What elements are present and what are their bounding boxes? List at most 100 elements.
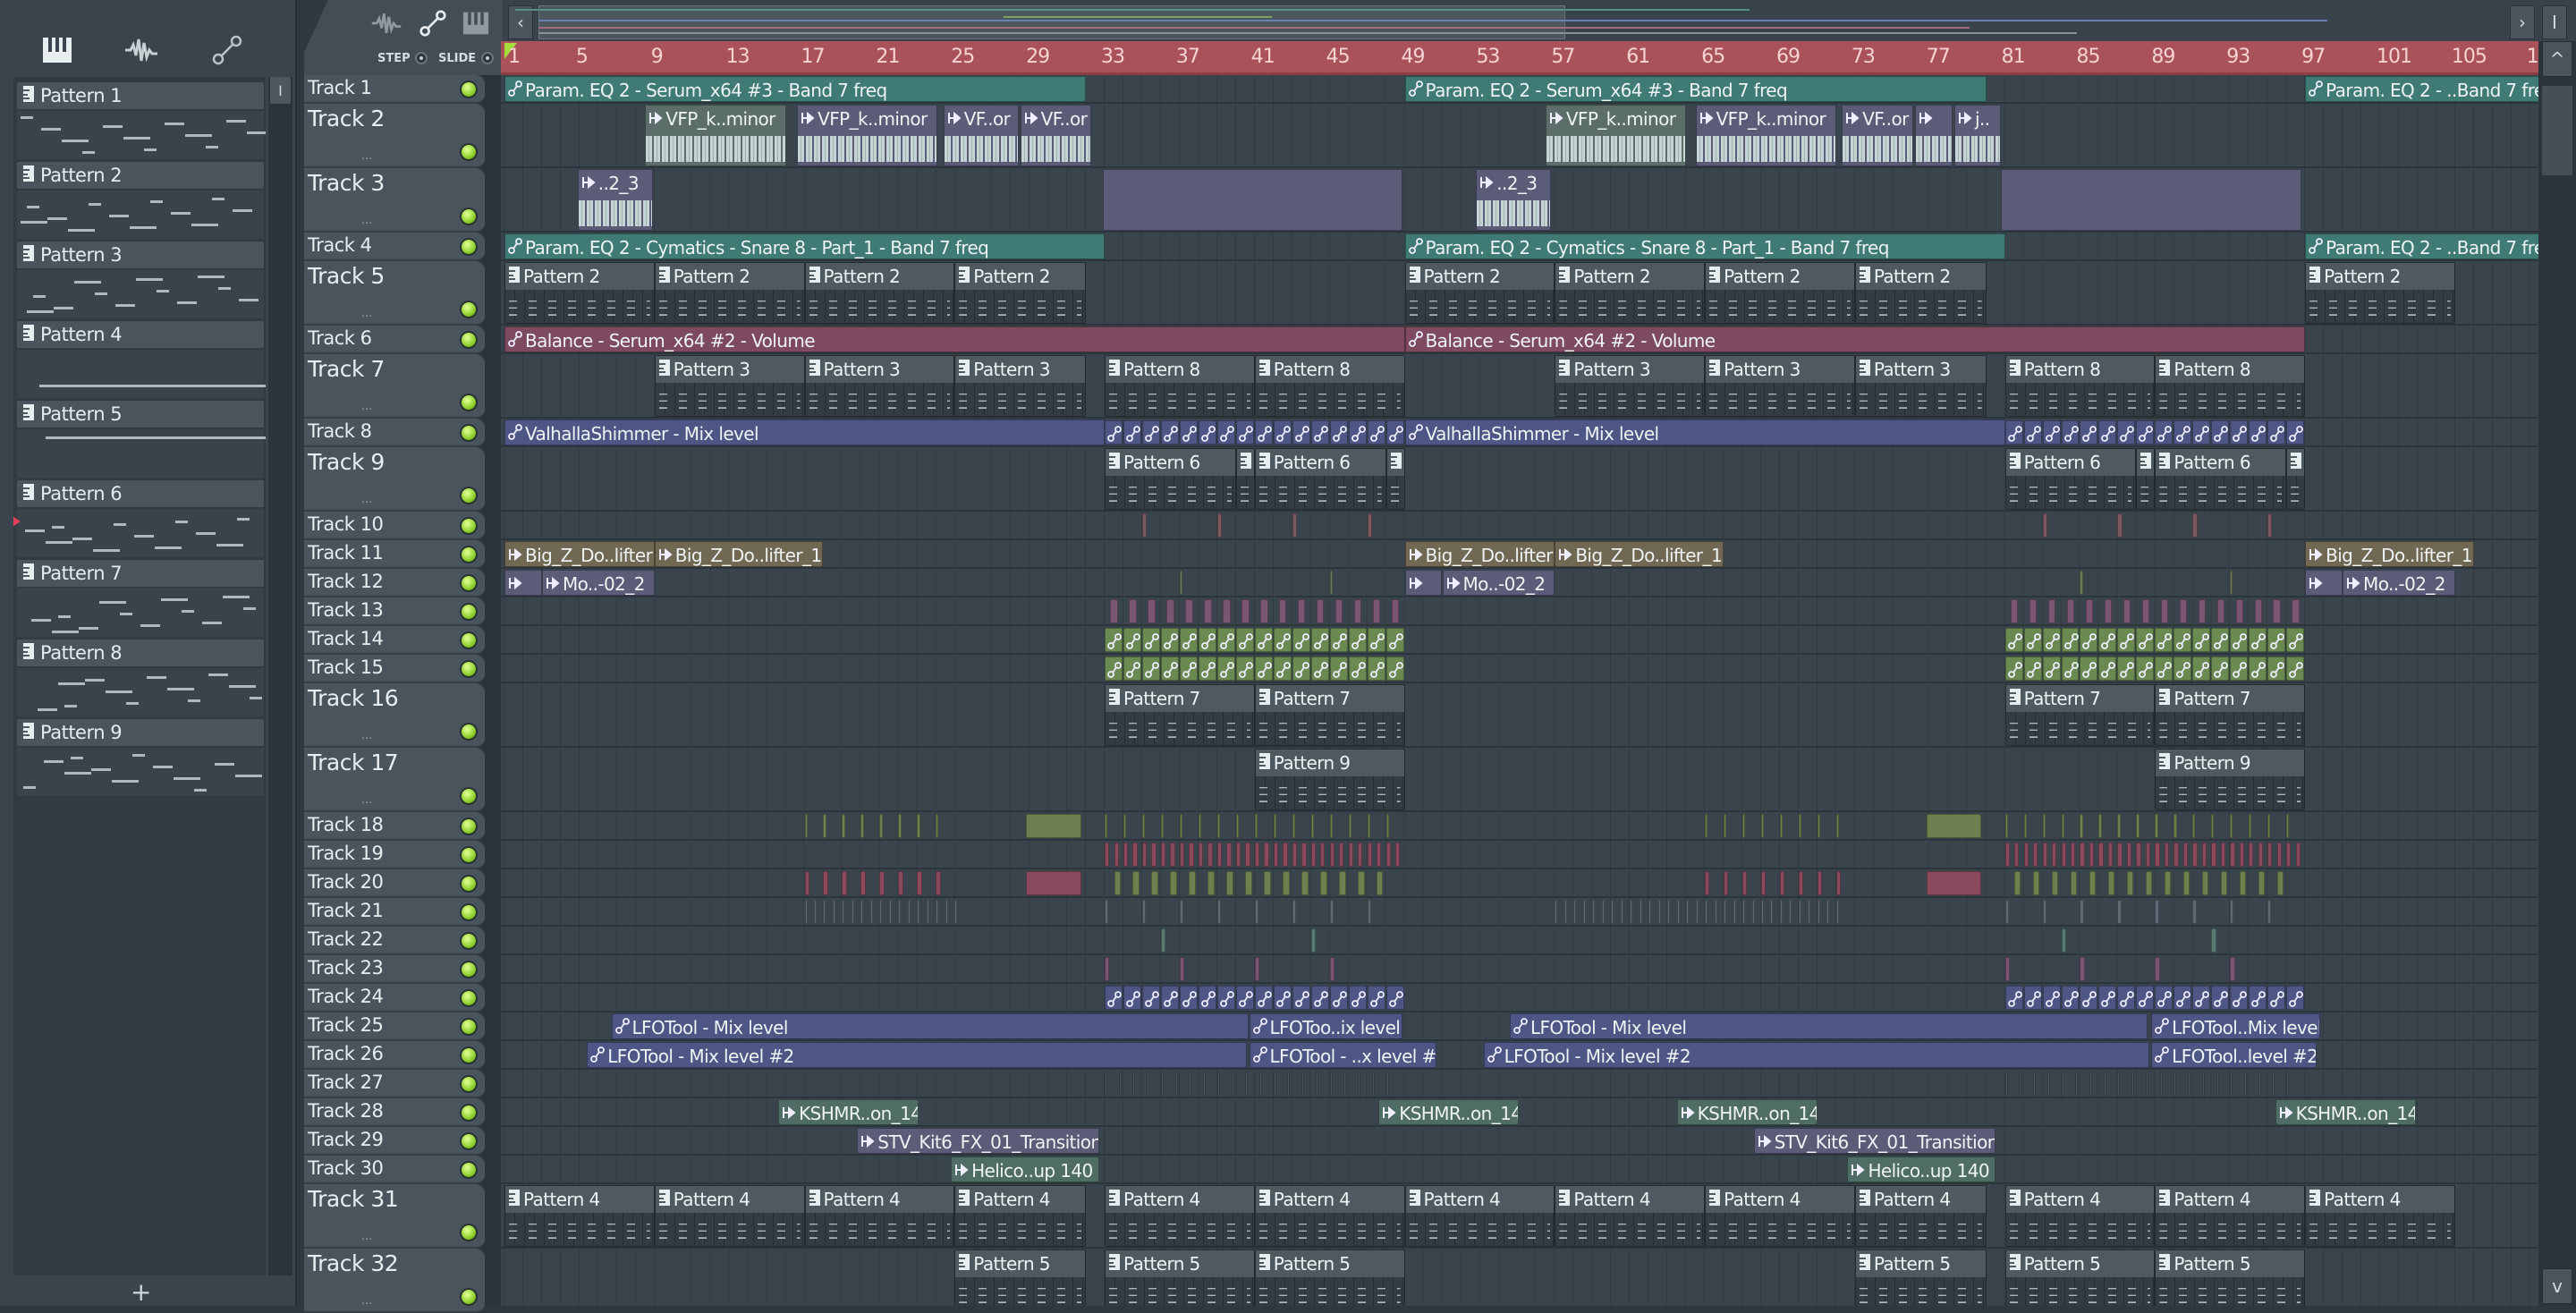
track-header[interactable]: Track 29 [304,1127,485,1156]
audio-clip[interactable]: VF..or [1020,105,1092,166]
track-lane[interactable] [501,927,2538,955]
audio-hit-clip[interactable] [2052,871,2059,895]
automation-clip[interactable] [2230,656,2249,681]
pattern-clip[interactable]: Pattern 6 [1105,448,1236,510]
pattern-clip[interactable] [2136,448,2156,510]
audio-hit-clip[interactable] [1377,871,1384,895]
automation-clip[interactable] [1198,656,1216,681]
audio-hit-clip[interactable] [1216,1072,1220,1096]
audio-hit-clip[interactable] [2159,1072,2163,1096]
audio-hit-clip[interactable] [1317,599,1325,623]
audio-hit-clip[interactable] [1377,843,1382,867]
audio-hit-clip[interactable] [1301,843,1307,867]
audio-hit-clip[interactable] [1329,957,1335,981]
audio-hit-clip[interactable] [2089,1072,2092,1096]
track-name[interactable]: Track 11 [308,542,384,563]
audio-hit-clip[interactable] [2243,1072,2247,1096]
track-mute-led[interactable] [460,723,478,741]
audio-hit-clip[interactable] [2230,814,2233,838]
audio-hit-clip[interactable] [2066,599,2075,623]
automation-clip[interactable] [1254,628,1273,652]
audio-hit-clip[interactable] [1174,1072,1178,1096]
audio-hit-clip[interactable] [1166,599,1174,623]
audio-hit-clip[interactable] [2201,1072,2205,1096]
automation-clip[interactable] [1235,656,1254,681]
automation-clip[interactable] [1385,656,1404,681]
audio-hit-clip[interactable] [1926,814,1982,838]
pattern-clip[interactable]: Pattern 6 [2155,448,2287,510]
automation-clip[interactable] [2174,628,2192,652]
audio-hit-clip[interactable] [1367,843,1372,867]
automation-icon[interactable] [208,30,247,70]
automation-clip[interactable] [2117,986,2136,1010]
track-name[interactable]: Track 32 [308,1250,399,1276]
audio-hit-clip[interactable] [1555,900,1558,924]
automation-clip[interactable] [1254,986,1273,1010]
audio-hit-clip[interactable] [1329,843,1335,867]
track-header[interactable]: Track 9... [304,447,485,512]
automation-clip[interactable] [1329,656,1348,681]
audio-clip[interactable]: VF..or [1842,105,1913,166]
audio-hit-clip[interactable] [1742,900,1746,924]
automation-clip[interactable] [1216,628,1235,652]
audio-wave-icon[interactable] [122,30,161,70]
audio-hit-clip[interactable] [2080,900,2084,924]
automation-clip[interactable] [1160,420,1179,445]
automation-clip[interactable] [2249,628,2267,652]
track-name[interactable]: Track 26 [308,1043,384,1064]
audio-hit-clip[interactable] [1339,843,1344,867]
automation-clip[interactable] [1123,420,1141,445]
audio-hit-clip[interactable] [1742,871,1748,895]
pattern-list-item[interactable]: Pattern 7 [17,560,264,637]
audio-hit-clip[interactable] [2192,843,2198,867]
audio-clip[interactable]: VFP_k..minor [645,105,786,166]
audio-hit-clip[interactable] [2047,599,2056,623]
audio-hit-clip[interactable] [1301,1072,1305,1096]
audio-hit-clip[interactable] [1198,843,1204,867]
audio-hit-clip[interactable] [1151,843,1157,867]
track-mute-led[interactable] [460,932,478,950]
automation-clip[interactable]: Param. EQ 2 - Cymatics - Snare 8 - Part_… [1404,233,2005,259]
audio-hit-clip[interactable] [1310,814,1314,838]
audio-hit-clip[interactable] [1141,513,1148,538]
audio-hit-clip[interactable] [1208,843,1213,867]
track-mute-led[interactable] [460,660,478,678]
audio-hit-clip[interactable] [1198,814,1202,838]
audio-hit-clip[interactable] [2230,843,2235,867]
track-name[interactable]: Track 27 [308,1072,384,1093]
audio-hit-clip[interactable] [1358,1072,1361,1096]
audio-hit-clip[interactable] [842,900,845,924]
scroll-right-button[interactable]: › [2510,5,2535,39]
track-lane[interactable] [501,597,2538,626]
automation-clip[interactable] [1310,420,1329,445]
automation-clip[interactable]: LFOTool..level #2 [2151,1042,2317,1068]
audio-hit-clip[interactable] [1235,814,1240,838]
audio-hit-clip[interactable] [1216,814,1221,838]
track-header[interactable]: Track 13 [304,597,485,626]
audio-hit-clip[interactable] [2126,871,2134,895]
step-radio[interactable] [415,52,428,64]
pattern-clip[interactable]: Pattern 9 [1254,749,1405,810]
automation-clip[interactable]: LFOTool - Mix level #2 [587,1042,1248,1068]
automation-clip[interactable] [1292,420,1310,445]
audio-hit-clip[interactable] [1320,871,1327,895]
track-header[interactable]: Track 5... [304,261,485,326]
audio-hit-clip[interactable] [2117,1072,2121,1096]
pattern-clip[interactable]: Pattern 8 [2155,355,2306,417]
audio-hit-clip[interactable] [1667,900,1671,924]
pattern-header[interactable]: Pattern 9 [17,719,264,746]
automation-clip[interactable] [2192,628,2211,652]
automation-clip[interactable] [2211,420,2230,445]
automation-clip[interactable] [1273,986,1292,1010]
track-header[interactable]: Track 12 [304,569,485,597]
automation-clip[interactable] [1105,420,1123,445]
automation-clip[interactable] [1141,628,1160,652]
track-options-dots[interactable]: ... [361,493,372,506]
track-header[interactable]: Track 8 [304,419,485,447]
track-options-dots[interactable]: ... [361,307,372,320]
automation-clip[interactable] [1273,420,1292,445]
automation-clip[interactable] [1310,986,1329,1010]
track-mute-led[interactable] [460,817,478,835]
pattern-clip[interactable]: Pattern 6 [1254,448,1386,510]
pattern-clip[interactable]: Pattern 2 [1854,262,1987,324]
